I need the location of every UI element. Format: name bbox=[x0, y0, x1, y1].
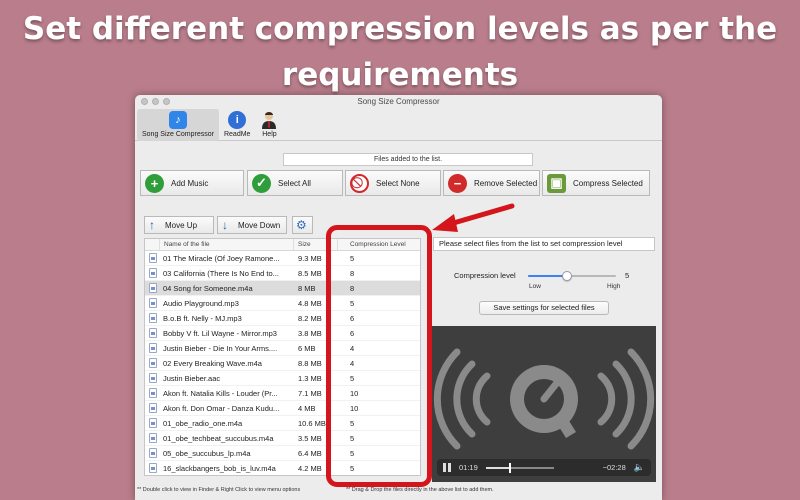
footer-hint-right: ** Drag & Drop the files directly in the… bbox=[346, 487, 494, 493]
toolbar-help[interactable]: Help bbox=[255, 109, 283, 141]
slider-low-label: Low bbox=[529, 283, 541, 290]
compression-slider[interactable] bbox=[528, 271, 616, 281]
highlight-box bbox=[326, 225, 432, 487]
playback-fill bbox=[485, 466, 510, 469]
gear-icon: ⚙ bbox=[296, 218, 307, 232]
toolbar-song-size-compressor[interactable]: ♪ Song Size Compressor bbox=[137, 109, 219, 141]
file-name: 02 Every Breaking Wave.m4a bbox=[163, 358, 262, 368]
player-controls: 01:19 −02:28 🔈 bbox=[437, 459, 651, 476]
add-music-label: Add Music bbox=[171, 178, 209, 188]
window-title: Song Size Compressor bbox=[357, 97, 440, 106]
file-name: Akon ft. Natalia Kills - Louder (Pr... bbox=[163, 388, 278, 398]
audio-file-icon bbox=[145, 373, 160, 383]
save-settings-button[interactable]: Save settings for selected files bbox=[479, 301, 609, 315]
compress-selected-button[interactable]: ▣ Compress Selected bbox=[542, 170, 650, 196]
window-controls bbox=[141, 98, 170, 105]
move-up-label: Move Up bbox=[165, 220, 198, 230]
prohibited-icon: ⃠ bbox=[350, 173, 369, 193]
audio-file-icon bbox=[145, 268, 160, 278]
select-none-label: Select None bbox=[376, 178, 420, 188]
slider-fill bbox=[528, 275, 567, 277]
audio-file-icon bbox=[145, 418, 160, 428]
compression-level-label: Compression level bbox=[454, 271, 516, 280]
file-name: 03 California (There Is No End to... bbox=[163, 268, 279, 278]
minus-icon: − bbox=[448, 173, 467, 193]
toolbar-label: Song Size Compressor bbox=[142, 131, 214, 138]
toolbar-label: Help bbox=[262, 131, 277, 138]
add-music-button[interactable]: + Add Music bbox=[140, 170, 244, 196]
move-up-button[interactable]: ↑ Move Up bbox=[144, 216, 214, 234]
audio-file-icon bbox=[145, 403, 160, 413]
remove-selected-button[interactable]: − Remove Selected bbox=[443, 170, 540, 196]
slider-thumb[interactable] bbox=[561, 271, 572, 281]
select-all-label: Select All bbox=[278, 178, 311, 188]
compression-value: 5 bbox=[625, 271, 630, 280]
compress-icon: ▣ bbox=[547, 173, 566, 193]
zoom-window-button[interactable] bbox=[163, 98, 170, 105]
close-window-button[interactable] bbox=[141, 98, 148, 105]
select-all-button[interactable]: ✓ Select All bbox=[247, 170, 343, 196]
settings-button[interactable]: ⚙ bbox=[292, 216, 313, 234]
file-name: Bobby V ft. Lil Wayne - Mirror.mp3 bbox=[163, 328, 277, 338]
title-bar: Song Size Compressor bbox=[135, 95, 662, 109]
audio-file-icon bbox=[145, 448, 160, 458]
footer-hint-left: ** Double click to view in Finder & Righ… bbox=[137, 487, 301, 493]
file-name: B.o.B ft. Nelly - MJ.mp3 bbox=[163, 313, 242, 323]
audio-file-icon bbox=[145, 463, 160, 473]
playback-scrubber[interactable] bbox=[485, 462, 554, 473]
file-name: Akon ft. Don Omar - Danza Kudu... bbox=[163, 403, 280, 413]
move-down-label: Move Down bbox=[238, 220, 281, 230]
callout-arrow-icon bbox=[432, 203, 515, 232]
headline-line-1: Set different compression levels as per … bbox=[22, 11, 778, 47]
file-name: 01_obe_radio_one.m4a bbox=[163, 418, 243, 428]
info-icon: i bbox=[228, 111, 247, 129]
move-down-button[interactable]: ↓ Move Down bbox=[217, 216, 287, 234]
file-name: 04 Song for Someone.m4a bbox=[163, 283, 253, 293]
toolbar-label: ReadMe bbox=[223, 131, 251, 138]
person-icon bbox=[260, 111, 278, 129]
arrow-up-icon: ↑ bbox=[149, 218, 155, 232]
playback-head[interactable] bbox=[508, 462, 511, 473]
file-name: 05_obe_succubus_lp.m4a bbox=[163, 448, 251, 458]
header-icon-column bbox=[145, 239, 160, 250]
checkmark-icon: ✓ bbox=[252, 173, 271, 193]
audio-file-icon bbox=[145, 283, 160, 293]
audio-file-icon bbox=[145, 253, 160, 263]
pause-icon[interactable] bbox=[443, 463, 451, 472]
audio-file-icon bbox=[145, 388, 160, 398]
file-name: Justin Bieber - Die In Your Arms.... bbox=[163, 343, 278, 353]
audio-file-icon bbox=[145, 343, 160, 353]
quicktime-logo-icon bbox=[433, 348, 655, 450]
audio-file-icon bbox=[145, 433, 160, 443]
file-name: Audio Playground.mp3 bbox=[163, 298, 239, 308]
header-name[interactable]: Name of the file bbox=[160, 239, 294, 250]
promo-headline: Set different compression levels as per … bbox=[0, 6, 800, 98]
file-name: 01_obe_techbeat_succubus.m4a bbox=[163, 433, 274, 443]
audio-file-icon bbox=[145, 358, 160, 368]
arrow-down-icon: ↓ bbox=[222, 218, 228, 232]
toolbar: ♪ Song Size Compressor i ReadMe Help bbox=[135, 109, 662, 141]
audio-file-icon bbox=[145, 328, 160, 338]
minimize-window-button[interactable] bbox=[152, 98, 159, 105]
slider-high-label: High bbox=[607, 283, 621, 290]
compress-selected-label: Compress Selected bbox=[573, 178, 643, 188]
music-note-icon: ♪ bbox=[168, 111, 187, 129]
toolbar-readme[interactable]: i ReadMe bbox=[219, 109, 255, 141]
audio-file-icon bbox=[145, 298, 160, 308]
file-name: 16_slackbangers_bob_is_luv.m4a bbox=[163, 463, 276, 473]
speaker-icon[interactable]: 🔈 bbox=[634, 462, 645, 473]
headline-line-2: requirements bbox=[281, 57, 519, 93]
select-none-button[interactable]: ⃠ Select None bbox=[345, 170, 441, 196]
remaining-time: −02:28 bbox=[602, 463, 626, 472]
audio-file-icon bbox=[145, 313, 160, 323]
elapsed-time: 01:19 bbox=[459, 463, 478, 472]
file-name: 01 The Miracle (Of Joey Ramone... bbox=[163, 253, 280, 263]
files-added-status: Files added to the list. bbox=[283, 153, 533, 166]
plus-icon: + bbox=[145, 173, 164, 193]
media-player: 01:19 −02:28 🔈 bbox=[432, 326, 656, 482]
file-name: Justin Bieber.aac bbox=[163, 373, 221, 383]
remove-selected-label: Remove Selected bbox=[474, 178, 538, 188]
